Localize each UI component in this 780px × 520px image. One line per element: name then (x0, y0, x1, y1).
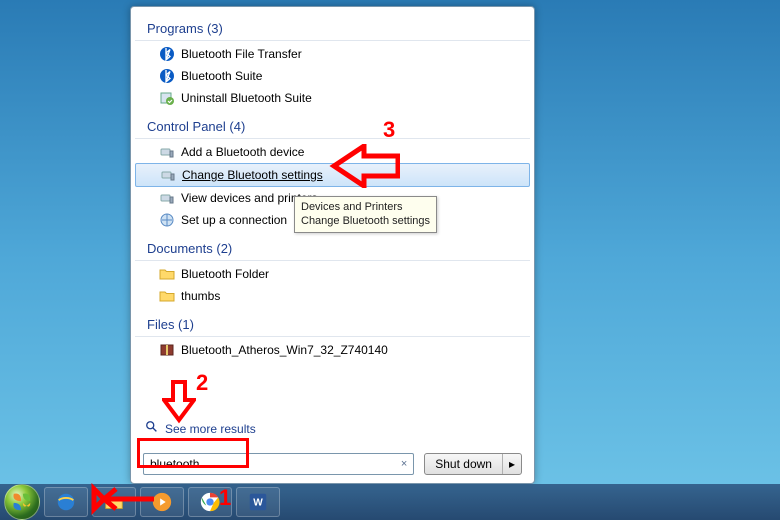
taskbar: W (0, 484, 780, 520)
tooltip: Devices and Printers Change Bluetooth se… (294, 196, 437, 233)
file-label: Bluetooth_Atheros_Win7_32_Z740140 (181, 343, 388, 357)
program-item[interactable]: Bluetooth Suite (131, 65, 534, 87)
doc-label: Bluetooth Folder (181, 267, 269, 281)
see-more-results[interactable]: See more results (145, 420, 256, 437)
cp-item-label: Add a Bluetooth device (181, 145, 304, 159)
taskbar-chrome[interactable] (188, 487, 232, 517)
cp-item-label: Set up a connection (181, 213, 287, 227)
cp-item-add-device[interactable]: Add a Bluetooth device (131, 141, 534, 163)
program-label: Uninstall Bluetooth Suite (181, 91, 312, 105)
uninstall-icon (159, 90, 175, 106)
section-header-programs: Programs (3) (135, 17, 530, 41)
svg-text:W: W (253, 498, 263, 509)
program-label: Bluetooth File Transfer (181, 47, 302, 61)
cp-item-change-bluetooth[interactable]: Change Bluetooth settings (135, 163, 530, 187)
search-row: × Shut down ▸ (143, 453, 522, 475)
clear-icon[interactable]: × (401, 458, 407, 470)
tooltip-line: Devices and Printers (301, 200, 430, 214)
tooltip-line: Change Bluetooth settings (301, 214, 430, 228)
shutdown-label: Shut down (425, 454, 503, 474)
taskbar-ie[interactable] (44, 487, 88, 517)
device-icon (160, 167, 176, 183)
archive-icon (159, 342, 175, 358)
search-box[interactable]: × (143, 453, 414, 475)
program-item[interactable]: Uninstall Bluetooth Suite (131, 87, 534, 109)
section-header-files: Files (1) (135, 313, 530, 337)
device-icon (159, 144, 175, 160)
folder-icon (159, 266, 175, 282)
network-icon (159, 212, 175, 228)
shutdown-button[interactable]: Shut down ▸ (424, 453, 522, 475)
section-header-control-panel: Control Panel (4) (135, 115, 530, 139)
start-menu-panel: Programs (3) Bluetooth File Transfer Blu… (130, 6, 535, 484)
see-more-label: See more results (165, 422, 256, 436)
folder-icon (159, 288, 175, 304)
program-item[interactable]: Bluetooth File Transfer (131, 43, 534, 65)
search-icon (145, 420, 159, 437)
bluetooth-icon (159, 68, 175, 84)
doc-label: thumbs (181, 289, 220, 303)
file-item[interactable]: Bluetooth_Atheros_Win7_32_Z740140 (131, 339, 534, 361)
chevron-right-icon[interactable]: ▸ (503, 457, 521, 471)
taskbar-media[interactable] (140, 487, 184, 517)
taskbar-word[interactable]: W (236, 487, 280, 517)
device-icon (159, 190, 175, 206)
program-label: Bluetooth Suite (181, 69, 262, 83)
doc-item[interactable]: Bluetooth Folder (131, 263, 534, 285)
doc-item[interactable]: thumbs (131, 285, 534, 307)
taskbar-explorer[interactable] (92, 487, 136, 517)
cp-item-label: Change Bluetooth settings (182, 168, 323, 182)
search-input[interactable] (150, 457, 401, 471)
start-button[interactable] (4, 484, 40, 520)
bluetooth-icon (159, 46, 175, 62)
section-header-documents: Documents (2) (135, 237, 530, 261)
